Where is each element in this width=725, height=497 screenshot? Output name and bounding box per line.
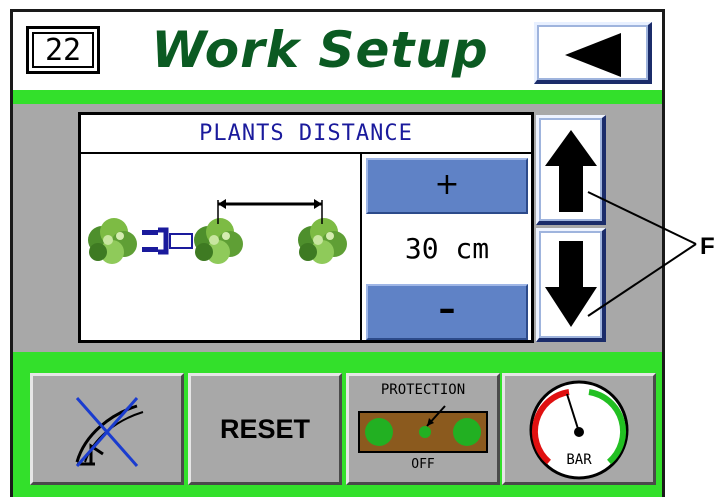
protection-state: OFF	[411, 457, 435, 472]
callout-lines	[587, 191, 697, 317]
callout-label: F	[700, 233, 715, 260]
pressure-gauge-icon: BAR	[529, 380, 629, 480]
plant-icon	[298, 218, 347, 264]
implement-off-icon	[75, 397, 144, 467]
setting-title: PLANTS DISTANCE	[199, 121, 413, 146]
page-number: 22	[32, 32, 94, 68]
divider	[81, 152, 531, 154]
back-arrow-icon	[565, 33, 621, 77]
increase-button[interactable]: +	[366, 158, 528, 214]
distance-indicator	[217, 199, 323, 224]
plant-icon	[194, 218, 243, 264]
gauge-label: BAR	[566, 452, 592, 468]
pressure-gauge-button[interactable]: BAR	[502, 373, 656, 485]
plants-illustration	[88, 199, 347, 264]
tractor-hitch-icon	[142, 227, 193, 255]
header-divider	[13, 90, 662, 104]
back-button[interactable]	[534, 22, 652, 84]
distance-value: 30 cm	[404, 232, 490, 265]
decrease-button[interactable]: –	[366, 284, 528, 340]
divider	[360, 154, 362, 341]
reset-label: RESET	[219, 414, 311, 444]
protection-label: PROTECTION	[380, 382, 466, 398]
implement-disabled-button[interactable]	[30, 373, 184, 485]
page-title: Work Setup	[151, 21, 489, 79]
plant-icon	[88, 218, 137, 264]
